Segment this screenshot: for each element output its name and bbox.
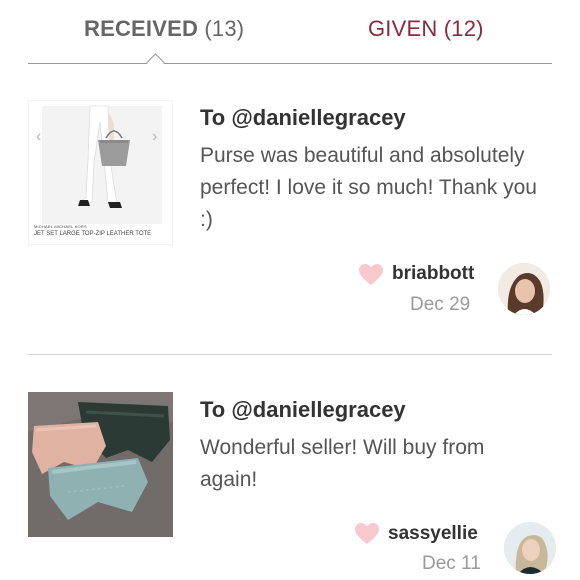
thumb-prev-icon[interactable]: ‹ xyxy=(36,128,41,146)
tab-received-count: (13) xyxy=(204,16,245,41)
reviewer-avatar[interactable] xyxy=(498,263,550,315)
review-content: To @daniellegracey Wonderful seller! Wil… xyxy=(200,392,540,496)
thumb-caption: JET SET LARGE TOP-ZIP LEATHER TOTE xyxy=(34,231,152,237)
heart-icon[interactable] xyxy=(354,522,380,546)
review-content: To @daniellegracey Purse was beautiful a… xyxy=(200,100,540,236)
listing-thumbnail[interactable] xyxy=(28,392,173,537)
thumb-brand: MICHAEL MICHAEL KORS xyxy=(34,224,87,229)
review-card: To @daniellegracey Wonderful seller! Wil… xyxy=(28,392,556,580)
tab-underline xyxy=(28,63,552,64)
tab-given[interactable]: GIVEN (12) xyxy=(368,16,484,42)
listing-thumbnail[interactable]: ‹ › MICHAEL MICHAEL KORS JET SET LARGE T… xyxy=(28,100,173,245)
avatar-photo xyxy=(498,263,550,315)
review-text: Purse was beautiful and absolutely perfe… xyxy=(200,144,537,231)
review-date: Dec 29 xyxy=(410,294,471,315)
review-recipient[interactable]: To @daniellegracey xyxy=(200,102,540,134)
review-divider xyxy=(28,354,552,355)
review-recipient[interactable]: To @daniellegracey xyxy=(200,394,540,426)
review-date: Dec 11 xyxy=(422,553,481,574)
tab-received-label: RECEIVED xyxy=(84,16,199,41)
heart-icon[interactable] xyxy=(358,263,384,287)
reviewer-username[interactable]: sassyellie xyxy=(388,523,478,545)
reviewer-avatar[interactable] xyxy=(504,522,556,574)
thumb-next-icon[interactable]: › xyxy=(152,128,157,146)
review-tabs: RECEIVED (13) GIVEN (12) xyxy=(28,0,552,72)
review-card: ‹ › MICHAEL MICHAEL KORS JET SET LARGE T… xyxy=(28,100,552,355)
active-tab-indicator xyxy=(146,53,165,72)
avatar-photo xyxy=(504,522,556,574)
reviewer-username[interactable]: briabbott xyxy=(392,263,474,285)
lace-product-image xyxy=(28,392,173,537)
tab-received[interactable]: RECEIVED (13) xyxy=(84,16,244,42)
review-text: Wonderful seller! Will buy from again! xyxy=(200,436,485,491)
